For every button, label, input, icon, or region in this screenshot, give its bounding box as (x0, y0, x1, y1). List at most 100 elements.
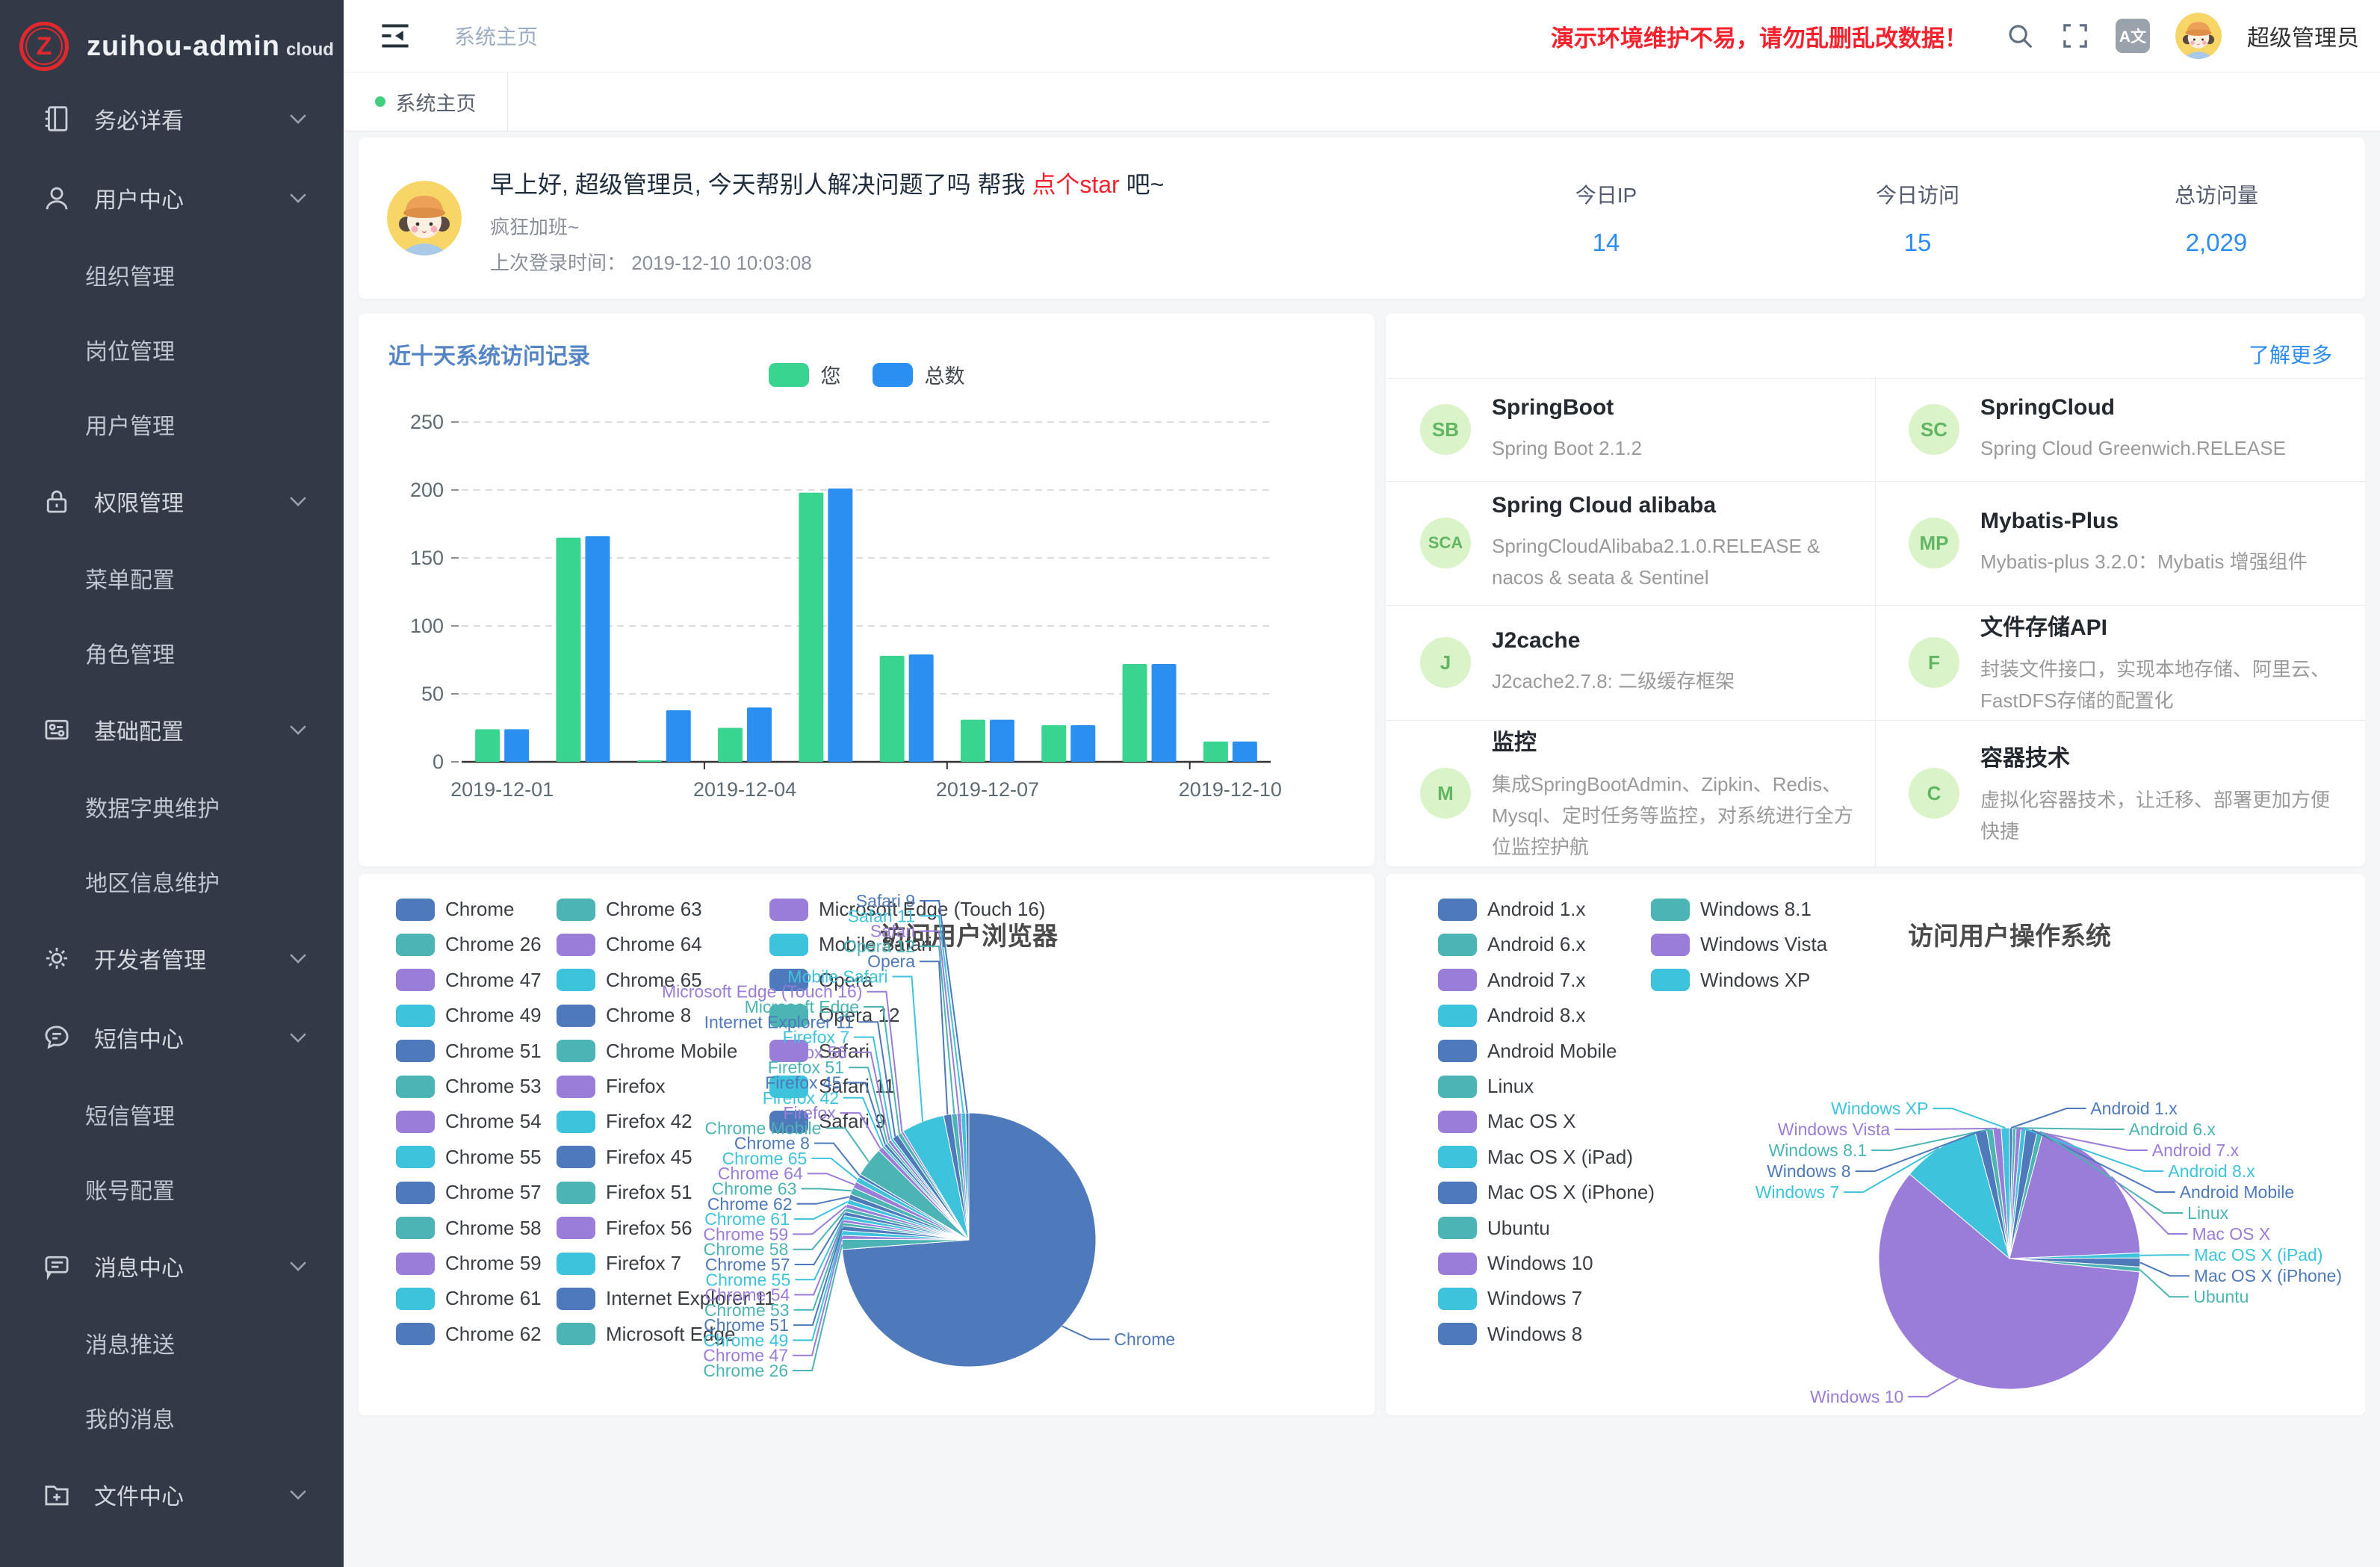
legend-label: Chrome Mobile (606, 1040, 737, 1063)
collapse-menu-icon[interactable] (378, 19, 412, 53)
pie-legend-item-Firefox 45[interactable]: Firefox 45 (557, 1146, 692, 1169)
pie-legend-item-Safari 11[interactable]: Safari 11 (769, 1075, 895, 1098)
pie-legend-item-Internet Explorer 11[interactable]: Internet Explorer 11 (557, 1287, 775, 1310)
pie-legend-item-Chrome 63[interactable]: Chrome 63 (557, 898, 702, 921)
fullscreen-icon[interactable] (2060, 21, 2090, 51)
pie-legend-item-Linux[interactable]: Linux (1438, 1075, 1534, 1098)
pie-legend-item-Chrome 65[interactable]: Chrome 65 (557, 969, 702, 992)
pie-legend-item-Opera[interactable]: Opera (769, 969, 873, 992)
username[interactable]: 超级管理员 (2247, 19, 2359, 52)
sidebar-subitem[interactable]: 账号配置 (0, 1152, 344, 1226)
framework-card-Spring Cloud alibaba: SCASpring Cloud alibabaSpringCloudAlibab… (1420, 481, 1853, 605)
tab-label: 系统主页 (396, 87, 477, 117)
framework-card-SpringBoot: SBSpringBootSpring Boot 2.1.2 (1420, 378, 1853, 481)
legend-label: Android 1.x (1487, 898, 1586, 921)
sidebar-item-label: 文件中心 (94, 1478, 184, 1511)
bar-总数-2019-12-07 (990, 720, 1014, 762)
pie-legend-item-Mac OS X[interactable]: Mac OS X (1438, 1110, 1575, 1133)
pie-legend-item-Firefox 56[interactable]: Firefox 56 (557, 1217, 692, 1240)
pie-legend-item-Firefox[interactable]: Firefox (557, 1075, 665, 1098)
tab-system-home[interactable]: 系统主页 (344, 72, 508, 131)
pie-legend-item-Android Mobile[interactable]: Android Mobile (1438, 1040, 1617, 1063)
legend-label: Safari (819, 1040, 870, 1063)
sidebar-item-5[interactable]: 短信中心 (0, 998, 344, 1077)
pie-legend-item-Windows 8.1[interactable]: Windows 8.1 (1651, 898, 1812, 921)
pie-legend-item-Chrome 59[interactable]: Chrome 59 (396, 1252, 542, 1275)
pie-legend-item-Chrome 49[interactable]: Chrome 49 (396, 1004, 542, 1027)
pie-legend-item-Android 1.x[interactable]: Android 1.x (1438, 898, 1586, 921)
pie-legend-item-Android 8.x[interactable]: Android 8.x (1438, 1004, 1586, 1027)
sidebar-subitem[interactable]: 岗位管理 (0, 312, 344, 387)
pie-legend-item-Chrome 58[interactable]: Chrome 58 (396, 1217, 542, 1240)
sidebar-item-0[interactable]: 务必详看 (0, 79, 344, 158)
pie-legend-item-Ubuntu[interactable]: Ubuntu (1438, 1217, 1550, 1240)
sidebar-item-4[interactable]: 开发者管理 (0, 919, 344, 998)
pie-legend-item-Microsoft Edge[interactable]: Microsoft Edge (557, 1323, 735, 1346)
legend-swatch (1651, 934, 1690, 956)
pie-legend-item-Chrome 53[interactable]: Chrome 53 (396, 1075, 542, 1098)
sidebar-subitem[interactable]: 我的消息 (0, 1380, 344, 1455)
learn-more-link[interactable]: 了解更多 (2249, 339, 2332, 369)
pie-legend-item-Windows 7[interactable]: Windows 7 (1438, 1287, 1582, 1310)
pie-legend-item-Chrome 55[interactable]: Chrome 55 (396, 1146, 542, 1169)
pie-legend-item-Chrome 8[interactable]: Chrome 8 (557, 1004, 691, 1027)
pie-legend-item-Chrome 26[interactable]: Chrome 26 (396, 933, 542, 956)
avatar[interactable] (2175, 13, 2222, 59)
sidebar-item-1[interactable]: 用户中心 (0, 158, 344, 238)
pie-legend-item-Chrome 54[interactable]: Chrome 54 (396, 1110, 542, 1133)
pie-legend-item-Android 7.x[interactable]: Android 7.x (1438, 969, 1586, 992)
pie-legend-item-Mobile Safari[interactable]: Mobile Safari (769, 933, 932, 956)
sidebar-subitem[interactable]: 地区信息维护 (0, 844, 344, 919)
brand-suffix: cloud (286, 40, 334, 60)
pie-legend-item-Windows Vista[interactable]: Windows Vista (1651, 933, 1827, 956)
stat-today-visits: 今日访问 15 (1783, 137, 2052, 257)
y-axis-tick: 100 (410, 615, 444, 637)
pie-legend-item-Android 6.x[interactable]: Android 6.x (1438, 933, 1586, 956)
pie-legend-item-Safari[interactable]: Safari (769, 1040, 870, 1063)
pie-legend-item-Windows 8[interactable]: Windows 8 (1438, 1323, 1582, 1346)
pie-legend-item-Microsoft Edge (Touch 16)[interactable]: Microsoft Edge (Touch 16) (769, 898, 1045, 921)
framework-desc: J2cache2.7.8: 二级缓存框架 (1492, 665, 1735, 697)
pie-legend-item-Chrome 62[interactable]: Chrome 62 (396, 1323, 542, 1346)
sidebar-subitem[interactable]: 消息推送 (0, 1306, 344, 1380)
pie-legend-item-Firefox 7[interactable]: Firefox 7 (557, 1252, 681, 1275)
sidebar-subitem[interactable]: 用户管理 (0, 387, 344, 462)
pie-legend-item-Opera 12[interactable]: Opera 12 (769, 1004, 899, 1027)
pie-legend-item-Mac OS X (iPhone)[interactable]: Mac OS X (iPhone) (1438, 1181, 1655, 1204)
pie-legend-item-Firefox 42[interactable]: Firefox 42 (557, 1110, 692, 1133)
pie-legend-item-Chrome 51[interactable]: Chrome 51 (396, 1040, 542, 1063)
search-icon[interactable] (2005, 21, 2035, 51)
legend-swatch (557, 1217, 595, 1239)
pie-legend-item-Chrome 61[interactable]: Chrome 61 (396, 1287, 542, 1310)
pie-legend-item-Chrome[interactable]: Chrome (396, 898, 514, 921)
pie-legend-item-Chrome 64[interactable]: Chrome 64 (557, 933, 702, 956)
sidebar-subitem[interactable]: 菜单配置 (0, 541, 344, 615)
sidebar-subitem[interactable]: 组织管理 (0, 238, 344, 312)
sidebar-subitem[interactable]: 数据字典维护 (0, 769, 344, 844)
pie-legend-item-Firefox 51[interactable]: Firefox 51 (557, 1181, 692, 1204)
pie-legend-item-Chrome 57[interactable]: Chrome 57 (396, 1181, 542, 1204)
language-switch-icon[interactable]: A文 (2116, 19, 2150, 53)
legend-swatch (557, 1076, 595, 1098)
legend-label: Mac OS X (iPhone) (1487, 1181, 1655, 1204)
pie-legend-item-Chrome 47[interactable]: Chrome 47 (396, 969, 542, 992)
sidebar-item-3[interactable]: 基础配置 (0, 690, 344, 769)
bar-总数-2019-12-08 (1070, 725, 1095, 762)
sidebar-subitem[interactable]: 角色管理 (0, 615, 344, 690)
legend-label: Mac OS X (iPad) (1487, 1146, 1633, 1169)
pie-legend-item-Windows XP[interactable]: Windows XP (1651, 969, 1810, 992)
pie-legend-item-Chrome Mobile[interactable]: Chrome Mobile (557, 1040, 737, 1063)
pie-legend-item-Safari 9[interactable]: Safari 9 (769, 1110, 886, 1133)
pie-legend-item-Mac OS X (iPad)[interactable]: Mac OS X (iPad) (1438, 1146, 1633, 1169)
sidebar-item-7[interactable]: 文件中心 (0, 1455, 344, 1534)
sidebar-item-2[interactable]: 权限管理 (0, 462, 344, 541)
sidebar-item-6[interactable]: 消息中心 (0, 1226, 344, 1306)
greeting-text: 早上好, 超级管理员, 今天帮别人解决问题了吗 帮我 点个star 吧~ (490, 166, 1164, 200)
legend-swatch (557, 934, 595, 956)
pie-legend-item-Windows 10[interactable]: Windows 10 (1438, 1252, 1593, 1275)
breadcrumb[interactable]: 系统主页 (454, 21, 538, 51)
legend-label: Chrome 53 (445, 1075, 542, 1098)
star-link[interactable]: 点个star (1032, 171, 1119, 198)
sidebar-subitem[interactable]: 短信管理 (0, 1077, 344, 1152)
legend-swatch (396, 1288, 435, 1310)
